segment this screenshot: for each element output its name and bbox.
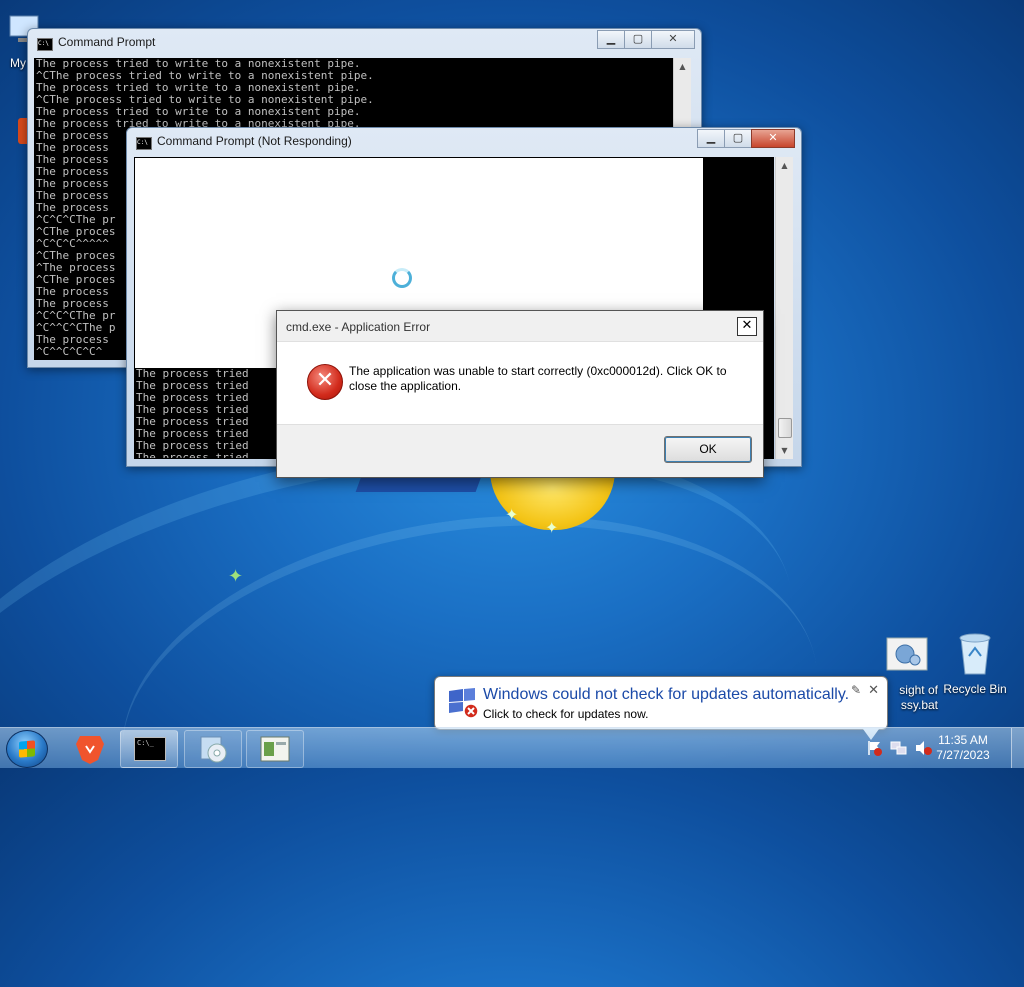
- taskbar-media-player[interactable]: [184, 730, 242, 768]
- clock-date: 7/27/2023: [936, 748, 990, 762]
- dialog-close-button[interactable]: ✕: [737, 317, 757, 336]
- busy-spinner-icon: [392, 268, 412, 288]
- title-bar[interactable]: C:\ Command Prompt ▁ ▢ ✕: [28, 29, 701, 57]
- window-app-icon: [260, 736, 290, 762]
- update-notification-balloon[interactable]: Windows could not check for updates auto…: [434, 676, 888, 740]
- close-button[interactable]: ✕: [751, 129, 795, 148]
- close-button[interactable]: ✕: [651, 30, 695, 49]
- scroll-down-arrow[interactable]: ▼: [776, 442, 793, 459]
- taskbar-brave-browser[interactable]: [62, 730, 118, 766]
- minimize-button[interactable]: ▁: [597, 30, 625, 49]
- wallpaper-sparkle: ✦: [545, 518, 559, 537]
- error-message: The application was unable to start corr…: [349, 364, 727, 393]
- brave-icon: [76, 736, 104, 764]
- window-title: Command Prompt: [58, 35, 156, 49]
- cmd-icon: C:\: [136, 137, 152, 150]
- scrollbar[interactable]: ▲ ▼: [775, 157, 793, 459]
- desktop-icon-label: Recycle Bin: [943, 682, 1007, 696]
- maximize-button[interactable]: ▢: [724, 129, 752, 148]
- desktop-icon-batch-file[interactable]: [872, 636, 942, 676]
- balloon-subtitle[interactable]: Click to check for updates now.: [483, 707, 648, 721]
- scroll-thumb[interactable]: [778, 418, 792, 438]
- desktop-icon-label: sight of ssy.bat: [899, 683, 938, 712]
- taskbar-command-prompt[interactable]: C:\_: [120, 730, 178, 768]
- start-button[interactable]: [6, 730, 48, 768]
- cmd-icon: C:\_: [134, 737, 166, 761]
- desktop-icon-recycle-bin[interactable]: Recycle Bin: [937, 630, 1013, 696]
- show-desktop-button[interactable]: [1011, 728, 1024, 768]
- action-center-flag-icon[interactable]: [866, 740, 884, 756]
- network-icon[interactable]: [890, 740, 908, 756]
- minimize-button[interactable]: ▁: [697, 129, 725, 148]
- recycle-bin-icon: [955, 630, 995, 678]
- title-bar[interactable]: C:\ Command Prompt (Not Responding) ▁ ▢ …: [127, 128, 801, 156]
- ok-button[interactable]: OK: [664, 436, 752, 463]
- batch-file-icon: [885, 636, 929, 672]
- wallpaper-sparkle: ✦: [505, 505, 519, 524]
- taskbar: C:\_ 11:35 AM 7/27/2023: [0, 727, 1024, 768]
- balloon-title[interactable]: Windows could not check for updates auto…: [483, 686, 849, 704]
- wallpaper-sparkle: ✦: [228, 566, 244, 587]
- error-icon: ✕: [307, 364, 343, 400]
- window-title: Command Prompt (Not Responding): [157, 134, 352, 148]
- taskbar-window-app[interactable]: [246, 730, 304, 768]
- taskbar-clock[interactable]: 11:35 AM 7/27/2023: [928, 733, 998, 763]
- cmd-icon: C:\: [37, 38, 53, 51]
- dialog-title-bar[interactable]: cmd.exe - Application Error ✕: [277, 311, 763, 342]
- console-line: The process tried: [136, 451, 249, 459]
- balloon-close-button[interactable]: ✕: [868, 683, 879, 698]
- windows-update-icon: [447, 687, 479, 719]
- options-icon[interactable]: ✎: [851, 683, 861, 697]
- scroll-up-arrow[interactable]: ▲: [776, 157, 793, 174]
- maximize-button[interactable]: ▢: [624, 30, 652, 49]
- windows-logo-icon: [19, 740, 35, 758]
- clock-time: 11:35 AM: [938, 733, 988, 747]
- console-output[interactable]: The process tried The process tried The pr…: [135, 368, 274, 458]
- application-error-dialog[interactable]: cmd.exe - Application Error ✕ ✕ The appl…: [276, 310, 764, 478]
- media-player-icon: [200, 736, 227, 763]
- scroll-up-arrow[interactable]: ▲: [674, 58, 691, 75]
- dialog-title: cmd.exe - Application Error: [286, 320, 431, 334]
